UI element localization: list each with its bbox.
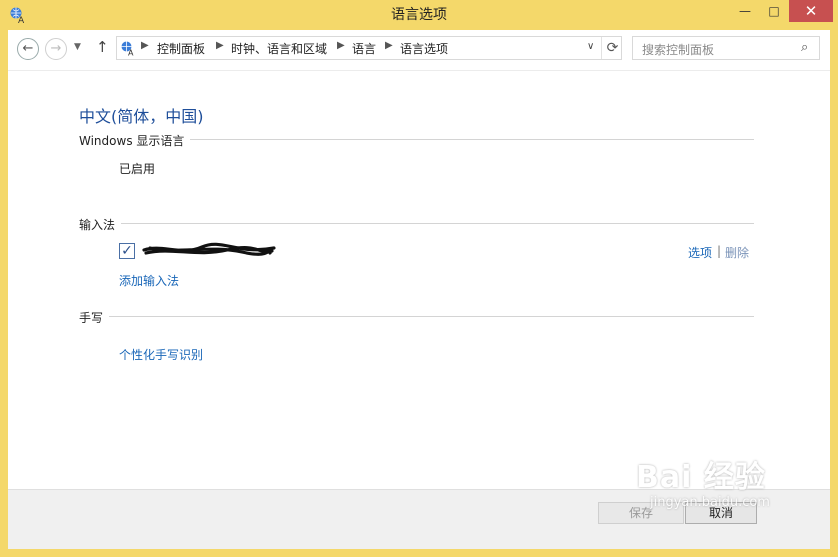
control-panel-icon: A [121,41,134,57]
search-box[interactable]: 搜索控制面板 ⌕ [632,36,820,60]
address-dropdown-icon[interactable]: ∨ [587,41,594,52]
minimize-button[interactable]: — [730,0,760,22]
personalize-handwriting-link[interactable]: 个性化手写识别 [119,346,203,363]
search-placeholder: 搜索控制面板 [642,43,715,57]
watermark-logo: Bai 经验 [636,460,766,495]
main-content: 中文(简体，中国) Windows 显示语言 已启用 输入法 ✓ 选项 | 删除… [8,71,830,489]
display-language-status: 已启用 [119,162,156,176]
search-icon[interactable]: ⌕ [801,40,808,55]
redacted-scribble [142,242,276,256]
back-button[interactable]: ← [17,38,39,60]
navigation-bar: ← → ▼ ↑ A ▶ 控制面板 ▶ 时钟、语言和区域 ▶ 语言 ▶ 语言选项 … [8,30,830,71]
breadcrumb-separator-icon[interactable]: ▶ [337,40,345,51]
breadcrumb-separator-icon[interactable]: ▶ [141,40,149,51]
breadcrumb-language[interactable]: 语言 [352,40,376,57]
breadcrumb-separator-icon[interactable]: ▶ [385,40,393,51]
breadcrumb-separator-icon[interactable]: ▶ [216,40,224,51]
input-method-checkbox[interactable]: ✓ [119,243,135,259]
link-divider: | [717,244,722,258]
section-heading-input-method: 输入法 [79,216,122,233]
window: A 语言选项 — □ ✕ ← → ▼ ↑ A ▶ 控制面板 ▶ 时钟、语言和区域… [0,0,838,557]
refresh-button[interactable]: ⟳ [601,37,623,59]
forward-button[interactable]: → [45,38,67,60]
recent-locations-chevron-icon[interactable]: ▼ [74,42,81,52]
add-input-method-link[interactable]: 添加输入法 [119,272,179,289]
watermark-url: jingyan.baidu.com [650,495,770,510]
address-bar[interactable]: A ▶ 控制面板 ▶ 时钟、语言和区域 ▶ 语言 ▶ 语言选项 ∨ ⟳ [116,36,622,60]
section-heading-handwriting: 手写 [79,309,110,326]
section-divider [79,316,754,317]
input-method-options-link[interactable]: 选项 [688,244,712,261]
section-heading-display-language: Windows 显示语言 [79,132,191,149]
svg-text:A: A [128,49,134,57]
breadcrumb-language-options[interactable]: 语言选项 [400,40,448,57]
page-title: 中文(简体，中国) [79,107,204,126]
breadcrumb-control-panel[interactable]: 控制面板 [157,40,205,57]
title-bar: A 语言选项 — □ ✕ [0,0,838,30]
breadcrumb-clock-language-region[interactable]: 时钟、语言和区域 [231,40,327,57]
window-title: 语言选项 [391,7,447,23]
input-method-remove-link[interactable]: 删除 [725,244,749,261]
section-divider [79,223,754,224]
maximize-button[interactable]: □ [759,0,789,22]
close-button[interactable]: ✕ [789,0,833,22]
up-button[interactable]: ↑ [96,38,109,56]
